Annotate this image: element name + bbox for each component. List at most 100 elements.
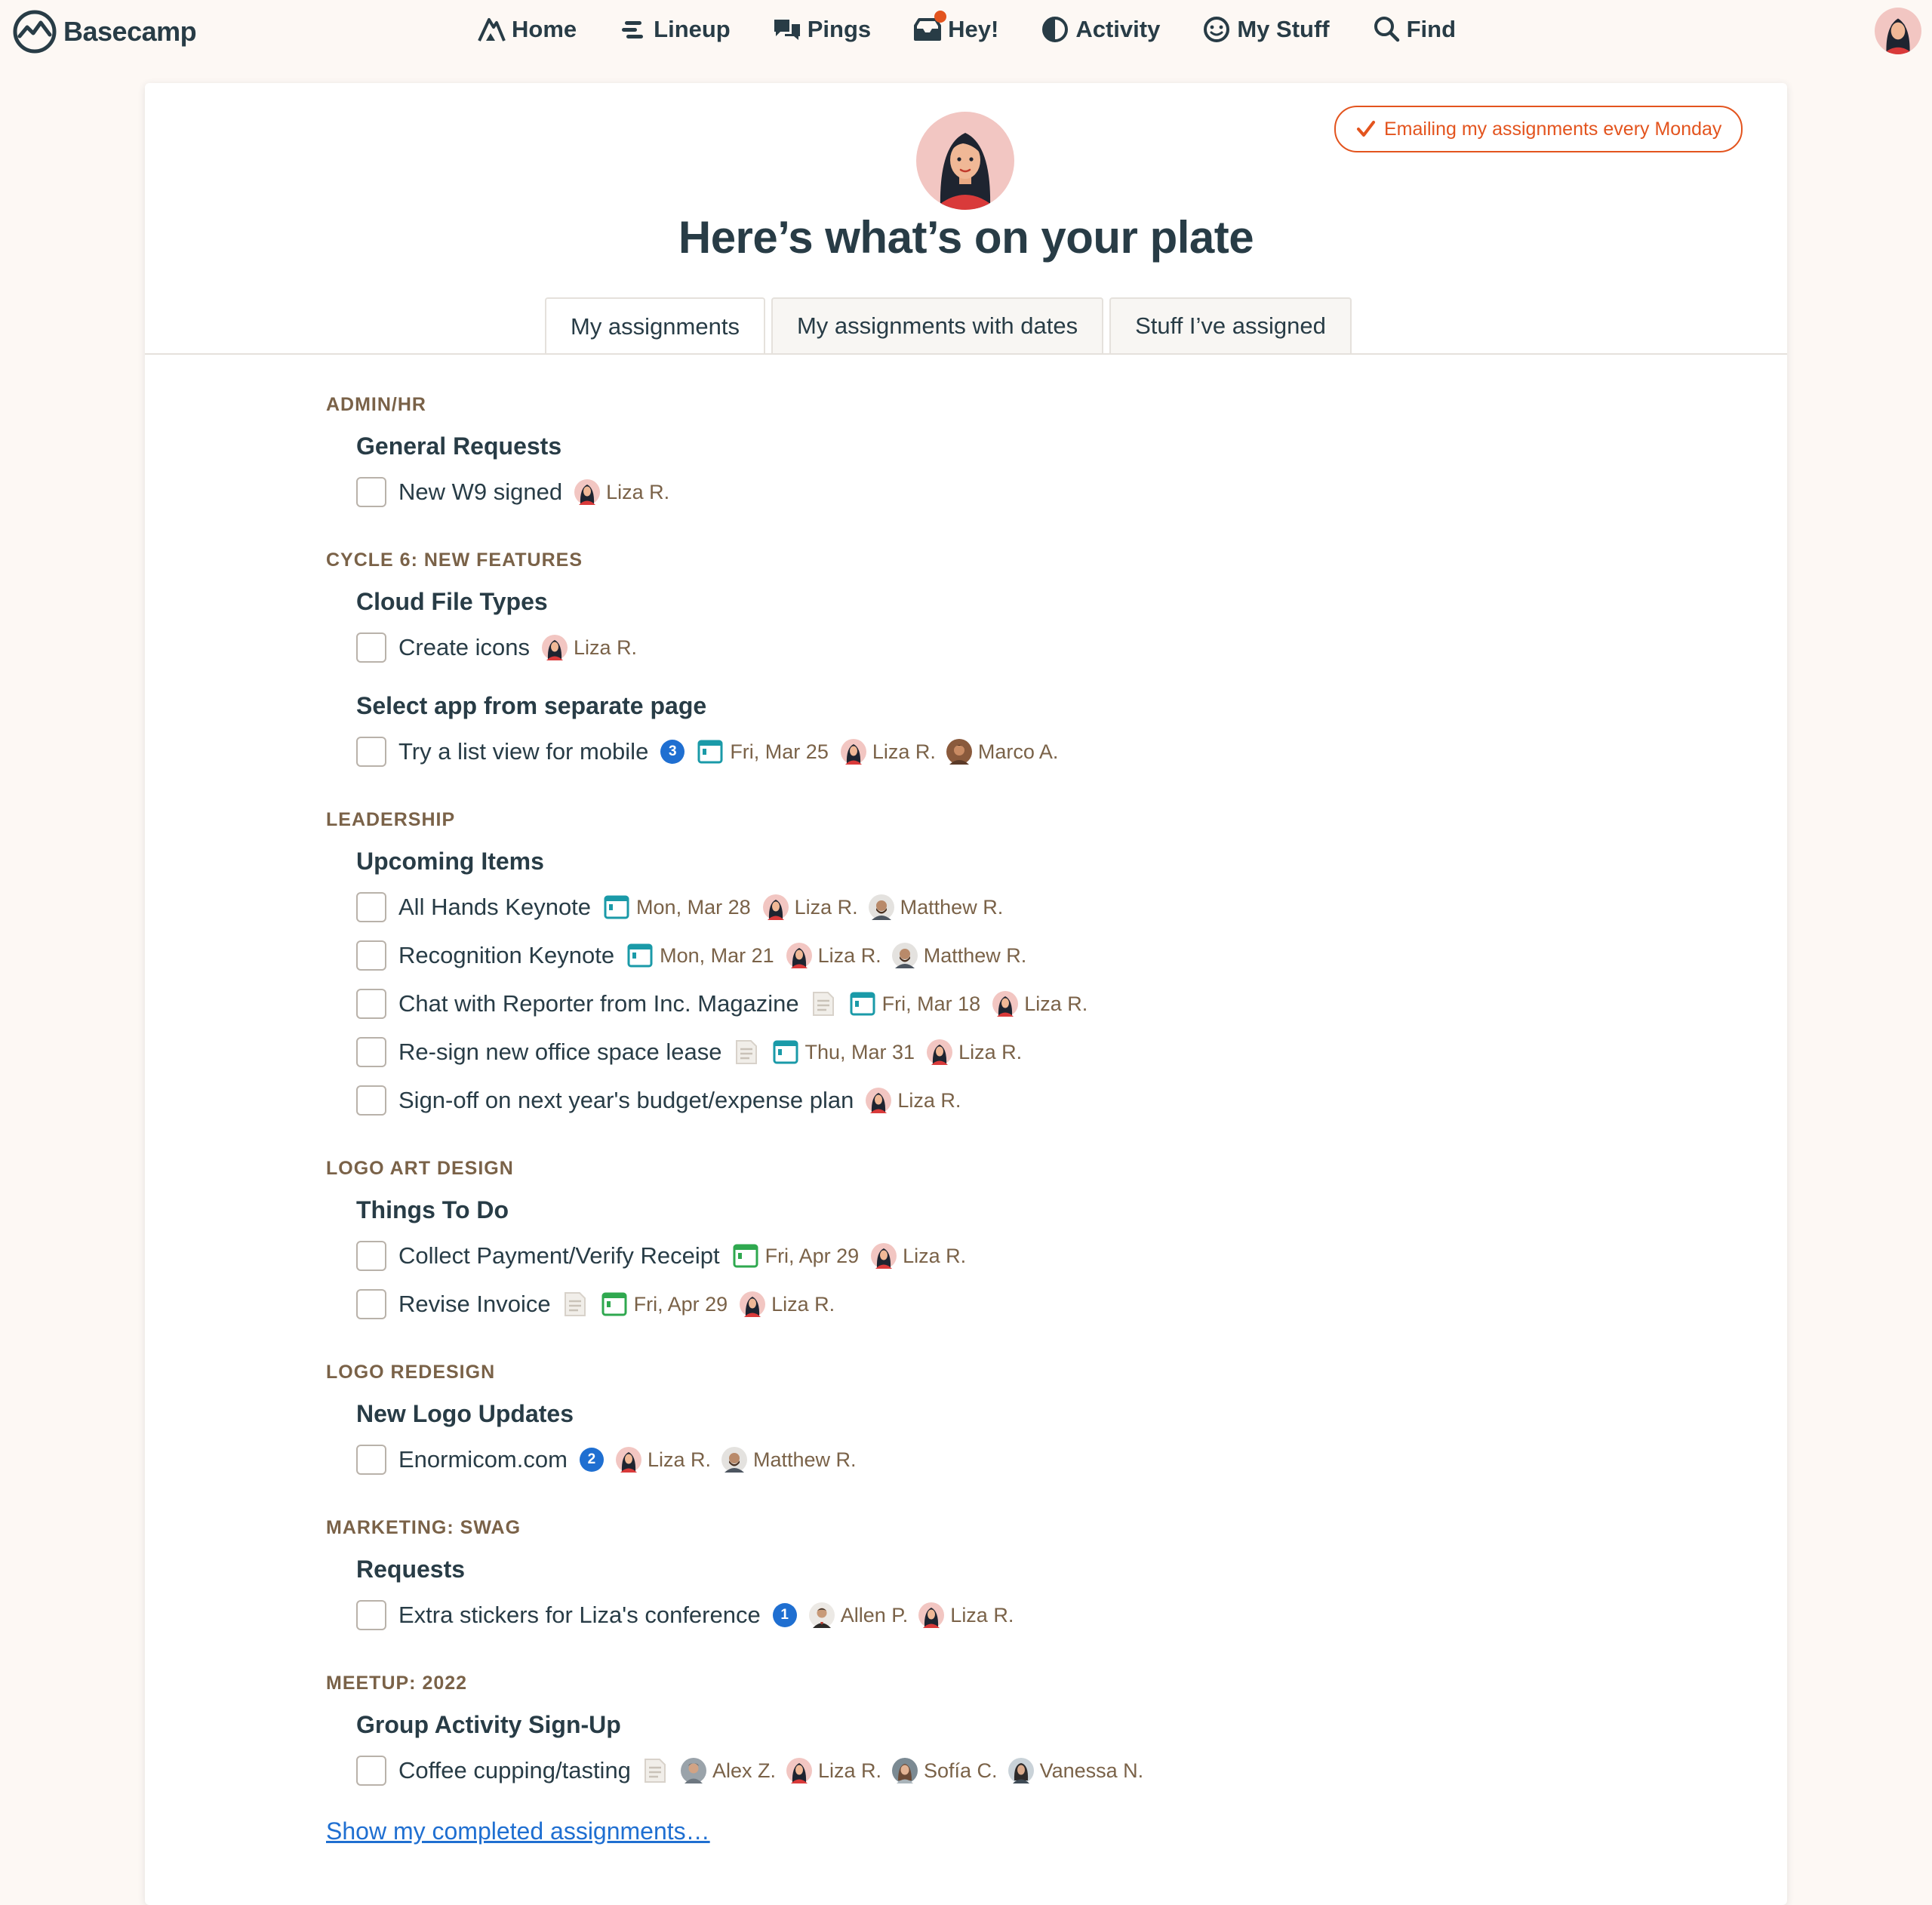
todo-item: Re-sign new office space lease Thu, Mar … [356,1028,1684,1076]
assignee[interactable]: Liza R. [615,1447,711,1473]
todolist-name[interactable]: Group Activity Sign-Up [356,1703,1684,1747]
nav-activity-label: Activity [1075,16,1161,42]
todo-checkbox[interactable] [356,892,386,922]
assignee[interactable]: Liza R. [918,1602,1014,1628]
tab-my-assignments[interactable]: My assignments [545,297,765,355]
assignee[interactable]: Liza R. [740,1291,835,1317]
todo-title[interactable]: Chat with Reporter from Inc. Magazine [398,990,799,1017]
assignee[interactable]: Liza R. [840,739,936,765]
todo-title[interactable]: Enormicom.com [398,1446,568,1473]
assignee[interactable]: Marco A. [946,739,1058,765]
main-nav: Home Lineup Pings Hey! Activity My Stuff… [475,11,1497,45]
todolist: General Requests New W9 signed Liza R. [356,424,1684,516]
todo-checkbox[interactable] [356,1445,386,1475]
assignee[interactable]: Liza R. [762,894,858,920]
todo-title[interactable]: Create icons [398,634,530,661]
todolist-name[interactable]: General Requests [356,424,1684,468]
todo-checkbox[interactable] [356,477,386,507]
assignee-name: Liza R. [897,1088,961,1112]
comment-count-badge[interactable]: 2 [579,1448,604,1472]
todo-checkbox[interactable] [356,1241,386,1271]
nav-activity[interactable]: Activity [1039,14,1160,45]
todo-title[interactable]: All Hands Keynote [398,894,591,921]
assignee[interactable]: Liza R. [866,1088,961,1113]
page-title: Here’s what’s on your plate [678,212,1254,263]
todolist: Requests Extra stickers for Liza's confe… [356,1547,1684,1639]
todo-checkbox[interactable] [356,989,386,1019]
project-name[interactable]: ADMIN/HR [326,385,1684,424]
assignee-name: Allen P. [840,1603,909,1626]
liza-avatar-icon [927,1039,953,1065]
todo-checkbox[interactable] [356,1037,386,1067]
project-name[interactable]: LOGO REDESIGN [326,1353,1684,1392]
comment-count-badge[interactable]: 3 [660,740,685,764]
assignee[interactable]: Liza R. [574,479,669,505]
todolist-name[interactable]: Select app from separate page [356,684,1684,728]
brand[interactable]: Basecamp [12,9,197,54]
assignee[interactable]: Matthew R. [868,894,1003,920]
assignee[interactable]: Liza R. [786,943,881,968]
todo-checkbox[interactable] [356,632,386,663]
assignee-name: Liza R. [817,943,881,967]
assignee[interactable]: Liza R. [542,635,637,660]
calendar-icon [627,943,653,968]
project-name[interactable]: LOGO ART DESIGN [326,1149,1684,1188]
tab-my-assignments-with-dates[interactable]: My assignments with dates [771,297,1104,353]
assignee[interactable]: Alex Z. [680,1758,776,1783]
assignee[interactable]: Liza R. [786,1758,881,1783]
todo-title[interactable]: Revise Invoice [398,1291,551,1318]
liza-avatar-icon [786,1758,812,1783]
todo-title[interactable]: New W9 signed [398,479,562,506]
nav-lineup[interactable]: Lineup [617,14,731,45]
nav-hey[interactable]: Hey! [912,11,998,45]
email-assignments-button[interactable]: Emailing my assignments every Monday [1334,106,1743,152]
liza-avatar-icon [871,1243,897,1269]
todolist-name[interactable]: Things To Do [356,1188,1684,1232]
matthew-avatar-icon [868,894,894,920]
todo-checkbox[interactable] [356,1289,386,1319]
todo-checkbox[interactable] [356,940,386,971]
todo-checkbox[interactable] [356,1600,386,1630]
basecamp-logo-icon [13,10,57,54]
comment-count-badge[interactable]: 1 [772,1603,797,1627]
todolist-name[interactable]: Upcoming Items [356,839,1684,883]
assignee[interactable]: Liza R. [927,1039,1022,1065]
tab-stuff-ive-assigned[interactable]: Stuff I’ve assigned [1109,297,1352,353]
assignee[interactable]: Liza R. [992,991,1088,1017]
todo-title[interactable]: Sign-off on next year's budget/expense p… [398,1087,854,1114]
todo-title[interactable]: Try a list view for mobile [398,738,648,765]
todolist-name[interactable]: Requests [356,1547,1684,1591]
nav-my-stuff[interactable]: My Stuff [1201,14,1330,45]
show-completed-link[interactable]: Show my completed assignments… [326,1817,1684,1845]
nav-home-label: Home [512,16,577,42]
project-name[interactable]: CYCLE 6: NEW FEATURES [326,540,1684,580]
project-name[interactable]: MEETUP: 2022 [326,1663,1684,1703]
todo-title[interactable]: Re-sign new office space lease [398,1039,722,1066]
todo-checkbox[interactable] [356,1756,386,1786]
project-name[interactable]: MARKETING: SWAG [326,1508,1684,1547]
todo-checkbox[interactable] [356,1085,386,1116]
nav-pings[interactable]: Pings [771,14,871,45]
assignee[interactable]: Liza R. [871,1243,966,1269]
todo-item: Revise Invoice Fri, Apr 29 Liza R. [356,1280,1684,1328]
my-avatar[interactable] [1875,8,1921,54]
todo-title[interactable]: Recognition Keynote [398,942,614,969]
due-date: Thu, Mar 31 [804,1040,915,1063]
todolist-name[interactable]: Cloud File Types [356,580,1684,623]
assignee[interactable]: Matthew R. [721,1447,857,1473]
todo-checkbox[interactable] [356,737,386,767]
nav-home[interactable]: Home [475,14,577,45]
todo-title[interactable]: Extra stickers for Liza's conference [398,1602,761,1629]
assignee[interactable]: Sofía C. [892,1758,998,1783]
assignee[interactable]: Vanessa N. [1008,1758,1143,1783]
due-date: Fri, Apr 29 [764,1244,860,1267]
assignee-name: Alex Z. [712,1759,776,1782]
assignee[interactable]: Allen P. [808,1602,909,1628]
todo-title[interactable]: Collect Payment/Verify Receipt [398,1242,720,1269]
project-name[interactable]: LEADERSHIP [326,800,1684,839]
nav-find[interactable]: Find [1371,14,1456,45]
assignee[interactable]: Matthew R. [891,943,1026,968]
todo-title[interactable]: Coffee cupping/tasting [398,1757,631,1784]
todolist-name[interactable]: New Logo Updates [356,1392,1684,1436]
todo-item: Create icons Liza R. [356,623,1684,672]
